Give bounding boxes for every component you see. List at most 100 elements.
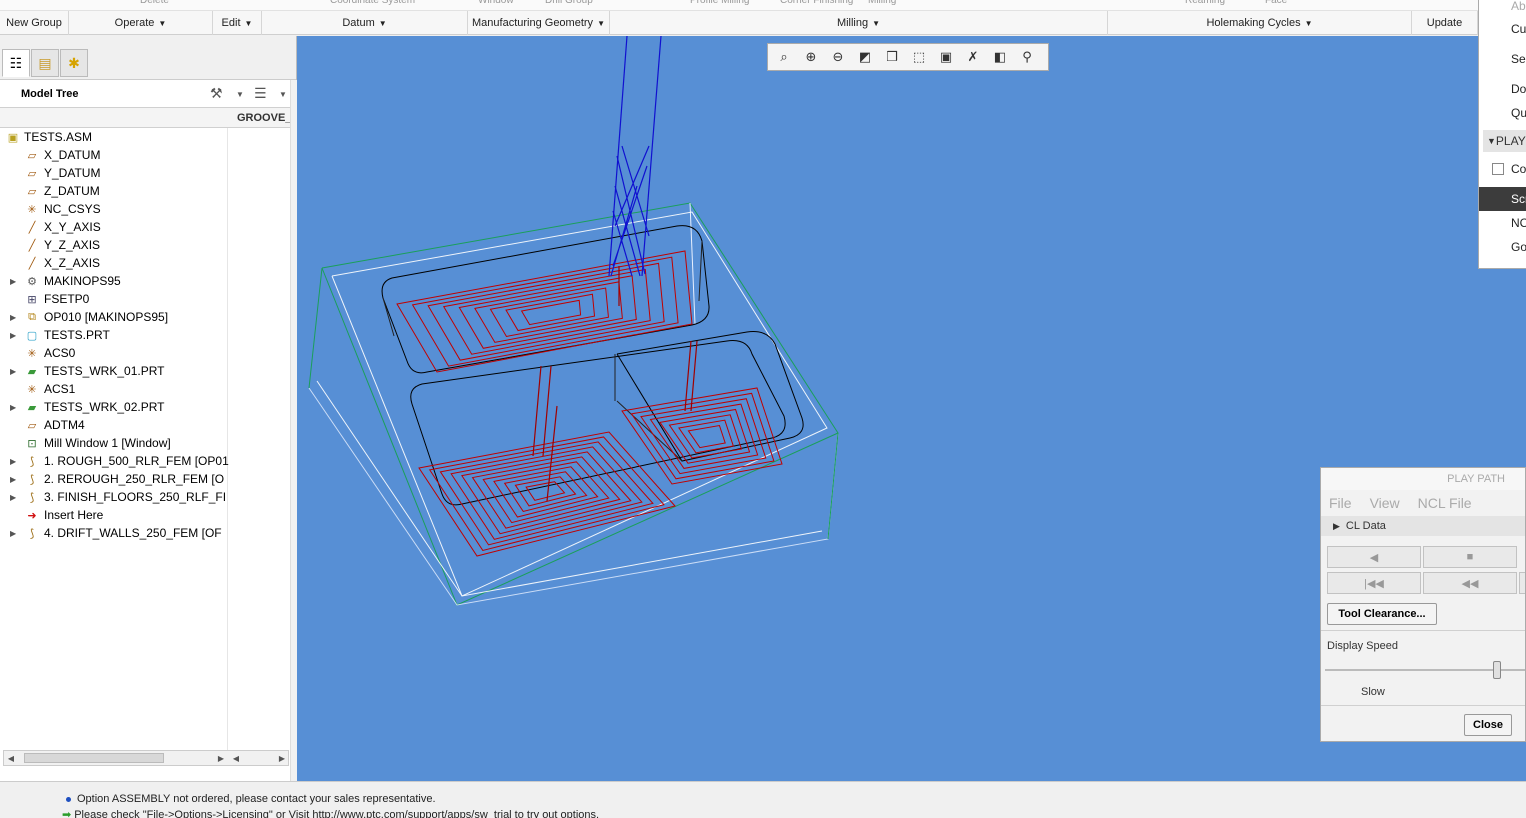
ribbon-command-label[interactable]: Drill Group: [545, 0, 593, 6]
menu-item[interactable]: Se: [1479, 47, 1526, 71]
expand-arrow-icon[interactable]: ▶: [10, 313, 16, 322]
zoom-in-icon[interactable]: ⊕: [799, 46, 823, 68]
ribbon-group-edit[interactable]: Edit ▼: [213, 11, 262, 35]
tree-item[interactable]: ▶ ⟆ 1. ROUGH_500_RLR_FEM [OP01: [0, 452, 290, 470]
checkbox[interactable]: [1492, 163, 1504, 175]
model-tree-tab[interactable]: ☷: [2, 49, 30, 77]
tree-item[interactable]: ⊡ Mill Window 1 [Window]: [0, 434, 290, 452]
expand-arrow-icon[interactable]: ▶: [10, 403, 16, 412]
folder-browser-tab[interactable]: ▤: [31, 49, 59, 77]
tree-item[interactable]: ✳ NC_CSYS: [0, 200, 290, 218]
tree-item[interactable]: ▣ TESTS.ASM: [0, 128, 290, 146]
ribbon-command-label[interactable]: Delete: [140, 0, 169, 6]
expand-arrow-icon[interactable]: ▶: [10, 331, 16, 340]
scroll-left-icon[interactable]: ◀: [230, 751, 242, 765]
horizontal-scrollbar[interactable]: ◀ ▶ ◀ ▶: [3, 750, 289, 766]
menu-view[interactable]: View: [1370, 495, 1400, 511]
menu-item[interactable]: Qu: [1479, 101, 1526, 125]
expand-arrow-icon[interactable]: ▶: [10, 277, 16, 286]
tree-item[interactable]: ▶ ⚙ MAKINOPS95: [0, 272, 290, 290]
ribbon-command-label[interactable]: Coordinate System: [330, 0, 415, 6]
tree-item[interactable]: ▱ X_DATUM: [0, 146, 290, 164]
tree-item[interactable]: ╱ Y_Z_AXIS: [0, 236, 290, 254]
expand-arrow-icon[interactable]: ▶: [10, 493, 16, 502]
tree-item[interactable]: ▱ Y_DATUM: [0, 164, 290, 182]
tree-column-header[interactable]: GROOVE_: [0, 108, 296, 128]
menu-item[interactable]: Cu: [1479, 17, 1526, 41]
view-manager-icon[interactable]: ▣: [934, 46, 958, 68]
ribbon-group-datum[interactable]: Datum ▼: [262, 11, 468, 35]
spin-center-icon[interactable]: ◧: [988, 46, 1012, 68]
tree-item[interactable]: ▶ ▰ TESTS_WRK_02.PRT: [0, 398, 290, 416]
tree-settings-icon[interactable]: ⚒: [210, 85, 223, 102]
expand-arrow-icon[interactable]: ▶: [10, 529, 16, 538]
tree-item[interactable]: ✳ ACS1: [0, 380, 290, 398]
tree-item[interactable]: ▱ Z_DATUM: [0, 182, 290, 200]
display-style-icon[interactable]: ❒: [880, 46, 904, 68]
expand-arrow-icon[interactable]: ▶: [10, 367, 16, 376]
tool-clearance-button[interactable]: Tool Clearance...: [1327, 603, 1437, 625]
vertical-scrollbar[interactable]: [290, 80, 297, 781]
ribbon-command-label[interactable]: Corner Finishing: [780, 0, 853, 6]
favorites-tab[interactable]: ✱: [60, 49, 88, 77]
step-forward-button[interactable]: ▶▶: [1519, 572, 1525, 594]
chevron-down-icon[interactable]: ▼: [279, 90, 287, 99]
expand-arrow-icon[interactable]: ▶: [10, 475, 16, 484]
tree-item[interactable]: ╱ X_Z_AXIS: [0, 254, 290, 272]
tree-item[interactable]: ▶ ▰ TESTS_WRK_01.PRT: [0, 362, 290, 380]
ribbon-group-milling[interactable]: Milling ▼: [610, 11, 1108, 35]
menu-file[interactable]: File: [1329, 495, 1352, 511]
ribbon-group-new-group[interactable]: New Group: [0, 11, 69, 35]
tree-item[interactable]: ⊞ FSETP0: [0, 290, 290, 308]
ribbon-command-label[interactable]: Profile Milling: [690, 0, 749, 6]
show-columns-icon[interactable]: ☰: [254, 85, 267, 102]
expand-arrow-icon[interactable]: ▶: [10, 457, 16, 466]
menu-ncl-file[interactable]: NCL File: [1418, 495, 1472, 511]
step-back-button[interactable]: ◀◀: [1423, 572, 1517, 594]
repaint-icon[interactable]: ◩: [853, 46, 877, 68]
rewind-to-start-button[interactable]: |◀◀: [1327, 572, 1421, 594]
scroll-thumb[interactable]: [24, 753, 164, 763]
annotation-icon[interactable]: ⚲: [1015, 46, 1039, 68]
scroll-right-icon[interactable]: ▶: [215, 751, 227, 765]
menu-item[interactable]: Co: [1479, 157, 1526, 181]
tree-item[interactable]: ▱ ADTM4: [0, 416, 290, 434]
tree-item[interactable]: ➜ Insert Here: [0, 506, 290, 524]
menu-item[interactable]: Abo: [1479, 0, 1526, 18]
menu-item-label: Abo: [1511, 0, 1526, 13]
ribbon-command-label[interactable]: Milling: [868, 0, 896, 6]
play-backward-button[interactable]: ◀: [1327, 546, 1421, 568]
ribbon-command-label[interactable]: Reaming: [1185, 0, 1225, 6]
menu-section-header[interactable]: ▼ PLAY: [1483, 130, 1526, 152]
tree-item[interactable]: ▶ ⟆ 2. REROUGH_250_RLR_FEM [O: [0, 470, 290, 488]
ribbon-group-holemaking-cycles[interactable]: Holemaking Cycles ▼: [1108, 11, 1412, 35]
ribbon-command-label[interactable]: Window: [478, 0, 514, 6]
tree-item[interactable]: ▶ ⟆ 3. FINISH_FLOORS_250_RLF_FI: [0, 488, 290, 506]
tree-item[interactable]: ▶ ⟆ 4. DRIFT_WALLS_250_FEM [OF: [0, 524, 290, 542]
close-button[interactable]: Close: [1464, 714, 1512, 736]
tree-item[interactable]: ✳ ACS0: [0, 344, 290, 362]
datum-display-icon[interactable]: ✗: [961, 46, 985, 68]
tree-item[interactable]: ▶ ▢ TESTS.PRT: [0, 326, 290, 344]
tree-item[interactable]: ▶ ⧉ OP010 [MAKINOPS95]: [0, 308, 290, 326]
ribbon-group-operate[interactable]: Operate ▼: [69, 11, 213, 35]
menu-item[interactable]: NC: [1479, 211, 1526, 235]
scroll-right-icon[interactable]: ▶: [276, 751, 288, 765]
refit-icon[interactable]: ⌕: [772, 46, 796, 68]
display-speed-slider-thumb[interactable]: [1493, 661, 1501, 679]
ribbon-group-update[interactable]: Update: [1412, 11, 1478, 35]
saved-orientations-icon[interactable]: ⬚: [907, 46, 931, 68]
tree-item[interactable]: ╱ X_Y_AXIS: [0, 218, 290, 236]
scroll-left-icon[interactable]: ◀: [5, 751, 17, 765]
chevron-down-icon[interactable]: ▼: [236, 90, 244, 99]
menu-item[interactable]: Go: [1479, 235, 1526, 259]
ribbon-command-label[interactable]: Face: [1265, 0, 1287, 6]
menu-item[interactable]: Scr: [1479, 187, 1526, 211]
zoom-out-icon[interactable]: ⊖: [826, 46, 850, 68]
cl-data-section[interactable]: ▶ CL Data: [1321, 516, 1525, 536]
ribbon-group-manufacturing-geometry[interactable]: Manufacturing Geometry ▼: [468, 11, 610, 35]
toolpath-loop: [427, 262, 665, 361]
stop-button[interactable]: ■: [1423, 546, 1517, 568]
menu-item[interactable]: Do: [1479, 77, 1526, 101]
axis-icon: ╱: [28, 257, 36, 270]
